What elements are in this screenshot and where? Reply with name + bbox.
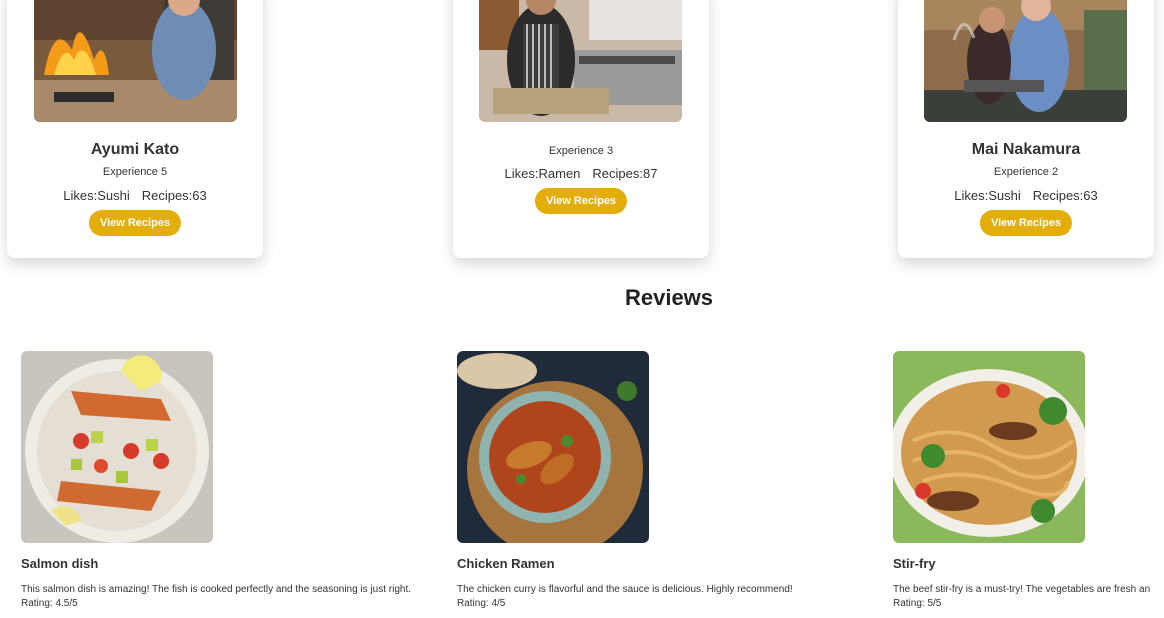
review-card: Salmon dish This salmon dish is amazing!… [21, 351, 411, 609]
stir-fry-photo [893, 351, 1085, 543]
chef-flambe-photo [34, 0, 237, 122]
chef-likes: Likes:Sushi [954, 188, 1021, 203]
salmon-dish-photo [21, 351, 213, 543]
chef-card: Mai Nakamura Experience 2 Likes:Sushi Rec… [898, 0, 1154, 258]
review-title: Chicken Ramen [457, 556, 555, 571]
review-card: Stir-fry The beef stir-fry is a must-try… [893, 351, 1150, 609]
chef-stats: Likes:Ramen Recipes:87 [453, 166, 709, 181]
chef-experience: Experience 3 [548, 145, 614, 157]
chef-likes: Likes:Ramen [504, 166, 581, 181]
chef-experience: Experience 2 [993, 166, 1059, 178]
chef-couple-photo [924, 0, 1127, 122]
review-rating: Rating: 5/5 [893, 598, 942, 609]
view-recipes-button[interactable]: View Recipes [88, 210, 182, 236]
view-recipes-button[interactable]: View Recipes [534, 188, 628, 214]
chef-card: Ayumi Kato Experience 5 Likes:Sushi Recip… [7, 0, 263, 258]
chef-experience: Experience 5 [102, 166, 168, 178]
chef-recipes: Recipes:63 [141, 188, 207, 203]
review-rating: Rating: 4.5/5 [21, 598, 78, 609]
review-text: The beef stir-fry is a must-try! The veg… [893, 584, 1151, 595]
view-recipes-button[interactable]: View Recipes [979, 210, 1073, 236]
chef-recipes: Recipes:63 [1032, 188, 1098, 203]
review-title: Salmon dish [21, 556, 99, 571]
review-text: This salmon dish is amazing! The fish is… [21, 584, 412, 595]
chef-stats: Likes:Sushi Recipes:63 [898, 188, 1154, 203]
chicken-curry-photo [457, 351, 649, 543]
review-title: Stir-fry [893, 556, 936, 571]
review-rating: Rating: 4/5 [457, 598, 506, 609]
chef-card: Experience 3 Likes:Ramen Recipes:87 View … [453, 0, 709, 258]
chef-recipes: Recipes:87 [592, 166, 658, 181]
chef-likes: Likes:Sushi [63, 188, 130, 203]
chef-apron-photo [479, 0, 682, 122]
chef-name: Mai Nakamura [971, 141, 1081, 158]
reviews-heading: Reviews [624, 285, 714, 310]
chef-name: Ayumi Kato [90, 141, 180, 158]
review-card: Chicken Ramen The chicken curry is flavo… [457, 351, 793, 609]
review-text: The chicken curry is flavorful and the s… [457, 584, 793, 595]
chef-stats: Likes:Sushi Recipes:63 [7, 188, 263, 203]
